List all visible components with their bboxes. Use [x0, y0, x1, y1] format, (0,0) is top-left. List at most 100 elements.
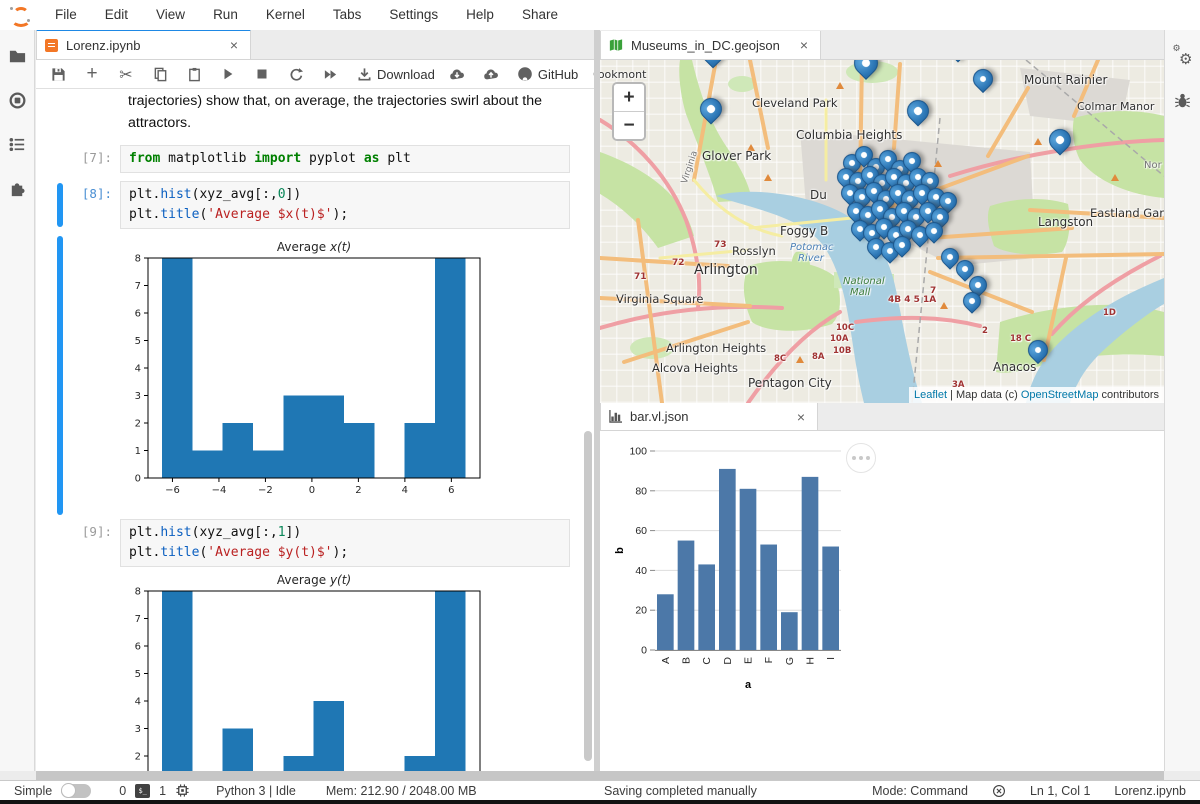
debugger-bug-icon[interactable] [1173, 90, 1193, 110]
svg-text:6: 6 [448, 485, 454, 493]
map-label: 4B 4 5 1A [888, 295, 936, 305]
extension-manager-icon[interactable] [7, 178, 27, 198]
svg-text:0: 0 [309, 485, 315, 493]
menu-view[interactable]: View [142, 0, 199, 30]
svg-text:4: 4 [402, 485, 408, 493]
input-collapser[interactable] [57, 183, 63, 227]
svg-text:2: 2 [135, 752, 141, 763]
download-button[interactable]: Download [356, 66, 435, 82]
code-line: plt.hist(xyz_avg[:,0]) [129, 185, 561, 205]
svg-text:0: 0 [135, 474, 141, 485]
statusbar: Simple 0 $_ 1 Python 3 | Idle Mem: 212.9… [0, 780, 1200, 800]
stop-icon[interactable] [254, 66, 270, 82]
map-label: Potomac [790, 242, 834, 253]
map-label: Foggy B [780, 224, 828, 238]
svg-text:I: I [825, 657, 837, 660]
tab-bar-vl-json[interactable]: bar.vl.json × [600, 403, 818, 430]
zoom-in-button[interactable]: + [614, 84, 644, 112]
histogram-y-output: Average y(t)012345678−6−4−20246 [122, 570, 511, 771]
cut-icon[interactable]: ✂ [118, 66, 134, 82]
right-column: Museums_in_DC.geojson × + − Leaflet | Ma… [600, 30, 1164, 771]
svg-text:60: 60 [635, 525, 647, 537]
svg-text:F: F [763, 657, 775, 663]
restart-run-all-icon[interactable] [322, 66, 338, 82]
leaflet-map[interactable]: + − Leaflet | Map data (c) OpenStreetMap… [600, 60, 1164, 403]
svg-text:E: E [743, 657, 755, 664]
menu-run[interactable]: Run [199, 0, 252, 30]
zoom-out-button[interactable]: − [614, 112, 644, 139]
terminal-icon[interactable]: $_ [135, 784, 150, 798]
add-cell-icon[interactable]: + [84, 66, 100, 82]
svg-text:7: 7 [135, 614, 141, 625]
map-label: Mall [850, 287, 870, 298]
horizontal-scroll-band[interactable] [36, 771, 1164, 780]
tab-label: Lorenz.ipynb [66, 38, 140, 53]
svg-text:100: 100 [629, 446, 647, 458]
cell-input[interactable]: plt.hist(xyz_avg[:,1])plt.title('Average… [120, 519, 570, 567]
close-icon[interactable]: × [226, 37, 242, 53]
vega-tabbar: bar.vl.json × [600, 403, 1164, 431]
svg-text:C: C [701, 657, 713, 665]
tab-museums-geojson[interactable]: Museums_in_DC.geojson × [600, 31, 821, 59]
map-label: Alcova Heights [652, 361, 738, 375]
cursor-position[interactable]: Ln 1, Col 1 [1030, 784, 1090, 798]
cell-input[interactable]: plt.hist(xyz_avg[:,0])plt.title('Average… [120, 181, 570, 229]
cell-input[interactable]: from matplotlib import pyplot as plt [120, 145, 570, 173]
menu-kernel[interactable]: Kernel [252, 0, 319, 30]
simple-mode-toggle[interactable] [61, 784, 91, 798]
map-attribution: Leaflet | Map data (c) OpenStreetMap con… [909, 387, 1164, 403]
map-label: Rosslyn [732, 244, 776, 258]
menu-share[interactable]: Share [508, 0, 572, 30]
running-kernels-icon[interactable] [7, 90, 27, 110]
map-tabbar: Museums_in_DC.geojson × [600, 30, 1164, 60]
trust-indicator-icon [992, 784, 1006, 798]
restart-kernel-icon[interactable] [288, 66, 304, 82]
map-label: 18 C [1010, 334, 1031, 344]
copy-icon[interactable] [152, 66, 168, 82]
svg-text:8: 8 [135, 587, 141, 598]
leaflet-link[interactable]: Leaflet [914, 389, 947, 401]
notebook-scrollbar[interactable] [584, 431, 592, 761]
map-label: Arlington [694, 262, 758, 278]
svg-text:−4: −4 [212, 485, 227, 493]
statusbar-filename: Lorenz.ipynb [1114, 784, 1186, 798]
file-browser-icon[interactable] [7, 46, 27, 66]
output-collapser[interactable] [57, 236, 63, 515]
notebook-tabbar: Lorenz.ipynb × [36, 30, 594, 60]
cell-prompt: [7]: [36, 145, 120, 173]
right-sidebar: ⚙ ⚙ [1164, 30, 1200, 771]
tab-lorenz-ipynb[interactable]: Lorenz.ipynb × [36, 30, 251, 59]
run-icon[interactable] [220, 66, 236, 82]
save-icon[interactable] [50, 66, 66, 82]
close-icon[interactable]: × [793, 409, 809, 425]
cloud-upload-icon[interactable] [483, 66, 499, 82]
kernel-status[interactable]: Python 3 | Idle [216, 784, 296, 798]
github-button[interactable]: GitHub [517, 66, 578, 82]
paste-icon[interactable] [186, 66, 202, 82]
svg-text:D: D [722, 657, 734, 665]
osm-link[interactable]: OpenStreetMap [1021, 389, 1099, 401]
menu-settings[interactable]: Settings [375, 0, 452, 30]
jupyter-logo-icon [9, 4, 31, 26]
kernel-chip-icon[interactable] [175, 783, 190, 798]
map-label: 7 [930, 286, 936, 296]
property-inspector-icon[interactable]: ⚙ ⚙ [1173, 46, 1193, 66]
command-mode-indicator[interactable]: Mode: Command [872, 784, 968, 798]
svg-text:A: A [660, 657, 672, 664]
menu-edit[interactable]: Edit [91, 0, 142, 30]
cloud-download-icon[interactable] [449, 66, 465, 82]
attribution-text: | Map data (c) [947, 389, 1021, 401]
close-icon[interactable]: × [796, 37, 812, 53]
notebook-file-icon [45, 39, 58, 52]
table-of-contents-icon[interactable] [7, 134, 27, 154]
menu-help[interactable]: Help [452, 0, 508, 30]
svg-text:80: 80 [635, 485, 647, 497]
menu-file[interactable]: File [41, 0, 91, 30]
svg-text:2: 2 [135, 419, 141, 430]
vega-actions-button[interactable] [846, 443, 876, 473]
svg-text:6: 6 [135, 642, 141, 653]
kernels-count: 1 [159, 784, 166, 798]
map-label: Arlington Heights [666, 341, 766, 355]
menu-tabs[interactable]: Tabs [319, 0, 376, 30]
svg-text:4: 4 [135, 364, 141, 375]
